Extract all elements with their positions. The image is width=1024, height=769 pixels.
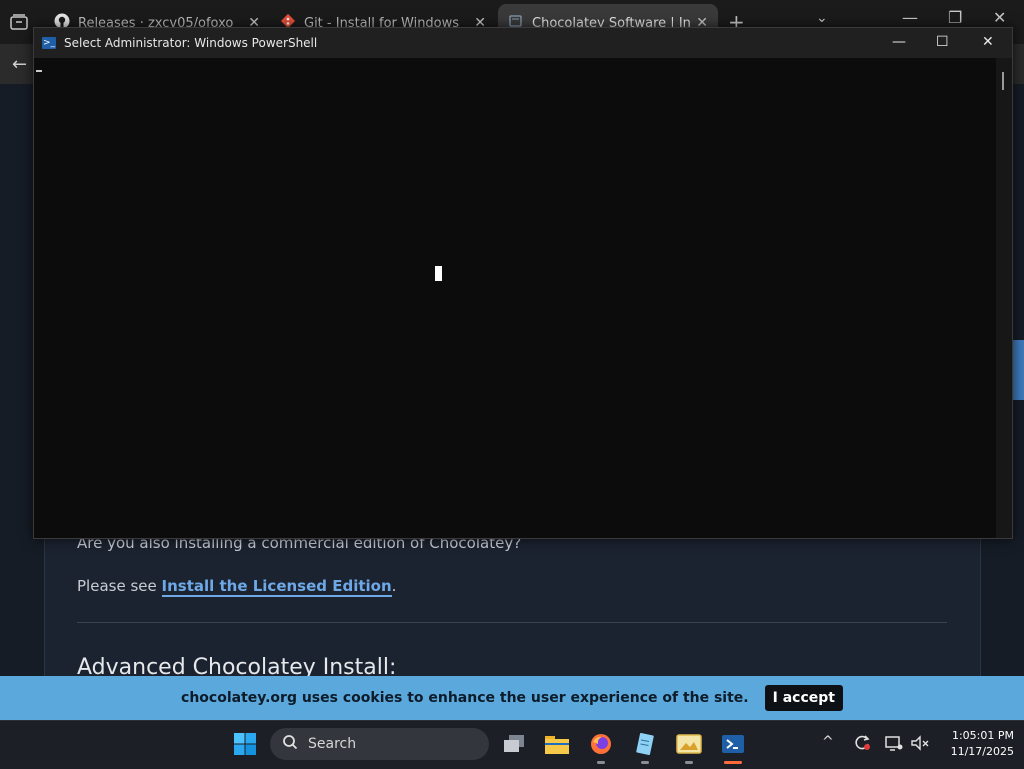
photos-icon[interactable] bbox=[672, 727, 706, 761]
task-view-icon[interactable] bbox=[497, 727, 531, 761]
powershell-icon: >_ bbox=[42, 37, 56, 49]
taskbar-clock[interactable]: 1:05:01 PM 11/17/2025 bbox=[936, 728, 1014, 760]
clock-date: 11/17/2025 bbox=[950, 745, 1014, 758]
firefox-icon[interactable] bbox=[584, 727, 618, 761]
volume-muted-icon[interactable] bbox=[910, 734, 930, 756]
windows-start-icon[interactable] bbox=[228, 727, 262, 761]
powershell-titlebar[interactable]: >_ Select Administrator: Windows PowerSh… bbox=[34, 28, 1012, 58]
search-icon bbox=[282, 734, 298, 754]
firefox-running-indicator bbox=[597, 761, 605, 764]
notepad-running-indicator bbox=[641, 761, 649, 764]
page-scrollbar-thumb[interactable] bbox=[1012, 340, 1024, 400]
show-hidden-icons-chevron-icon[interactable]: ^ bbox=[822, 734, 834, 750]
powershell-window[interactable]: >_ Select Administrator: Windows PowerSh… bbox=[33, 27, 1013, 539]
back-arrow-icon[interactable]: ← bbox=[12, 54, 27, 75]
section-divider bbox=[77, 622, 947, 623]
console-scrollbar-thumb[interactable] bbox=[1002, 72, 1004, 90]
see-prefix: Please see bbox=[77, 577, 162, 595]
sync-status-icon[interactable] bbox=[852, 734, 872, 756]
powershell-taskbar-icon[interactable] bbox=[716, 727, 750, 761]
taskbar-search[interactable]: Search bbox=[270, 728, 489, 760]
chevron-down-icon[interactable]: ⌄ bbox=[816, 10, 828, 26]
text-cursor bbox=[435, 266, 442, 281]
minimize-icon[interactable]: — bbox=[892, 34, 906, 50]
licensed-edition-line: Please see Install the Licensed Edition. bbox=[77, 577, 397, 597]
accept-cookies-button[interactable]: I accept bbox=[764, 685, 843, 711]
file-explorer-icon[interactable] bbox=[540, 727, 574, 761]
search-label: Search bbox=[308, 736, 357, 752]
notepad-icon[interactable] bbox=[628, 727, 662, 761]
browser-restore-icon[interactable]: ❐ bbox=[948, 8, 962, 27]
maximize-icon[interactable]: ☐ bbox=[936, 34, 949, 50]
see-suffix: . bbox=[391, 577, 397, 595]
console-scrollbar[interactable] bbox=[996, 58, 1012, 538]
powershell-active-indicator bbox=[724, 761, 742, 764]
tab-list-icon[interactable] bbox=[6, 9, 32, 35]
console-cursor bbox=[36, 70, 42, 72]
cookie-message: chocolatey.org uses cookies to enhance t… bbox=[181, 690, 749, 706]
browser-close-icon[interactable]: ✕ bbox=[993, 8, 1006, 27]
close-icon[interactable]: ✕ bbox=[982, 34, 994, 50]
cookie-banner: chocolatey.org uses cookies to enhance t… bbox=[0, 676, 1024, 720]
powershell-title: Select Administrator: Windows PowerShell bbox=[64, 36, 318, 50]
photos-running-indicator bbox=[685, 761, 693, 764]
browser-minimize-icon[interactable]: — bbox=[902, 8, 918, 27]
clock-time: 1:05:01 PM bbox=[951, 729, 1014, 742]
install-licensed-edition-link[interactable]: Install the Licensed Edition bbox=[161, 577, 392, 597]
network-icon[interactable] bbox=[884, 734, 904, 756]
console-area[interactable] bbox=[34, 58, 996, 538]
